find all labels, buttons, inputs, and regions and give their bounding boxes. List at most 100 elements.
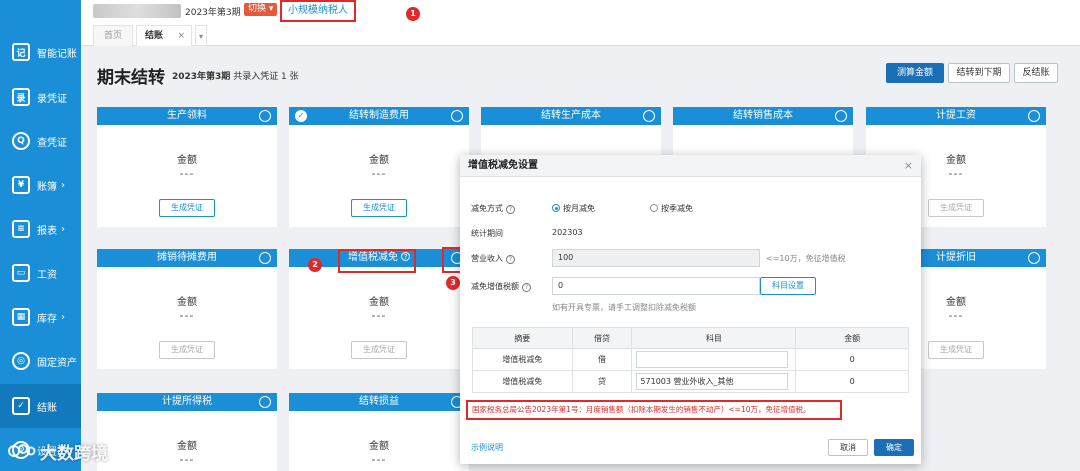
card-title: 结转损益 — [289, 393, 469, 411]
card-profit-loss: 结转损益 金额 --- — [289, 393, 469, 471]
card-amount-label: 金额 — [177, 441, 197, 452]
subject-input[interactable] — [636, 351, 789, 368]
close-icon[interactable]: × — [177, 26, 185, 47]
sidebar-item-label: 结账 — [37, 402, 57, 414]
tab-label: 结账 — [145, 31, 164, 41]
sidebar-item-label: 智能记账 — [37, 48, 77, 60]
card-title: 生产领料 — [97, 107, 277, 125]
generate-voucher-button[interactable]: 生成凭证 — [928, 341, 984, 359]
subject-settings-button[interactable]: 科目设置 — [760, 277, 816, 295]
voucher-entry-icon: 录 — [12, 88, 30, 106]
sidebar-item-salary[interactable]: ▭ 工资 — [0, 251, 81, 295]
subject-input[interactable]: 571003 营业外收入_其他 — [636, 373, 789, 390]
col-debit-credit: 借贷 — [571, 327, 633, 349]
card-amount-value: --- — [371, 167, 387, 180]
sidebar-item-label: 固定资产 — [37, 357, 77, 369]
help-icon[interactable]: ? — [522, 283, 531, 292]
cell-amount: 0 — [795, 348, 909, 371]
search-icon: Q — [12, 132, 30, 150]
smart-book-icon: 记 — [12, 43, 30, 61]
gear-icon[interactable] — [259, 110, 271, 122]
col-subject: 科目 — [631, 327, 797, 349]
table-row: 增值税减免 借 0 — [472, 348, 909, 371]
policy-notice: 国家税务总局公告2023年第1号：月度销售额（扣除本期发生的销售不动产）<=10… — [466, 400, 842, 420]
col-summary: 摘要 — [472, 327, 573, 349]
card-title: ✓ 结转制造费用 — [289, 107, 469, 125]
inventory-icon: ▦ — [12, 308, 30, 326]
gear-icon[interactable] — [835, 110, 847, 122]
annotation-marker-3: 3 — [446, 276, 460, 290]
sidebar-item-inventory[interactable]: ▦ 库存 › — [0, 295, 81, 339]
revenue-input[interactable]: 100 — [552, 249, 760, 267]
card-amount-value: --- — [371, 309, 387, 322]
gear-icon[interactable] — [1028, 252, 1040, 264]
sidebar-item-label: 工资 — [37, 269, 57, 281]
gear-icon[interactable] — [451, 110, 463, 122]
card-income-tax: 计提所得税 金额 --- — [97, 393, 277, 471]
measure-amount-button[interactable]: 测算金额 — [886, 63, 944, 83]
gear-icon[interactable] — [1028, 110, 1040, 122]
asset-icon: ◎ — [12, 352, 30, 370]
sidebar-item-label: 账簿 — [37, 181, 57, 193]
sidebar-item-label: 录凭证 — [37, 93, 67, 105]
period-value: 202303 — [552, 228, 583, 237]
carry-to-next-period-button[interactable]: 结转到下期 — [948, 63, 1010, 83]
cell-subject: 571003 营业外收入_其他 — [631, 370, 797, 393]
reverse-checkout-button[interactable]: 反结账 — [1014, 63, 1058, 83]
card-title: 计提所得税 — [97, 393, 277, 411]
sidebar-item-fixed-asset[interactable]: ◎ 固定资产 — [0, 339, 81, 383]
generate-voucher-button[interactable]: 生成凭证 — [351, 199, 407, 217]
card-title: 结转销售成本 — [673, 107, 853, 125]
sidebar-item-smart-book[interactable]: 记 智能记账 — [0, 30, 81, 74]
sidebar-item-label: 报表 — [37, 225, 57, 237]
gear-icon[interactable] — [259, 396, 271, 408]
page-subtitle: 2023年第3期 共录入凭证 1 张 — [172, 69, 299, 82]
tab-dropdown-button[interactable]: ▾ — [195, 25, 207, 46]
cell-amount: 0 — [795, 370, 909, 393]
generate-voucher-button[interactable]: 生成凭证 — [159, 199, 215, 217]
card-amount-label: 金额 — [369, 155, 389, 166]
example-link[interactable]: 示例说明 — [471, 442, 503, 453]
switch-period-button[interactable]: 切换 ▾ — [244, 3, 278, 16]
card-amount-label: 金额 — [177, 297, 197, 308]
radio-quarterly[interactable]: 按季减免 — [650, 203, 693, 214]
close-icon[interactable]: × — [904, 155, 913, 177]
gear-icon[interactable] — [643, 110, 655, 122]
generate-voucher-button[interactable]: 生成凭证 — [351, 341, 407, 359]
tab-checkout[interactable]: 结账 × — [136, 25, 192, 46]
radio-monthly[interactable]: 按月减免 — [552, 203, 595, 214]
tab-home[interactable]: 首页 — [93, 25, 133, 46]
help-icon[interactable]: ? — [506, 255, 515, 264]
sidebar-item-ledger[interactable]: ¥ 账簿 › — [0, 163, 81, 207]
help-icon[interactable]: ? — [506, 205, 515, 214]
watermark: 大数跨境 — [8, 434, 108, 468]
gear-icon[interactable] — [259, 252, 271, 264]
sidebar-item-label: 查凭证 — [37, 137, 67, 149]
radio-unselected-icon — [650, 204, 658, 212]
card-manufacturing-overhead: ✓ 结转制造费用 金额 --- 生成凭证 — [289, 107, 469, 227]
card-amount-label: 金额 — [177, 155, 197, 166]
report-icon: ≡ — [12, 220, 30, 238]
radio-selected-icon — [552, 204, 560, 212]
salary-icon: ▭ — [12, 264, 30, 282]
cell-dc: 借 — [571, 348, 633, 371]
card-amount-value: --- — [179, 167, 195, 180]
vat-exemption-dialog: 增值税减免设置 × 减免方式? 按月减免 按季减免 统计期间 202303 营业… — [460, 155, 921, 464]
cancel-button[interactable]: 取消 — [828, 439, 868, 456]
card-title: 摊销待摊费用 — [97, 249, 277, 267]
checkout-icon: ✓ — [12, 397, 30, 415]
confirm-button[interactable]: 确定 — [874, 439, 914, 456]
cell-summary: 增值税减免 — [472, 370, 573, 393]
sidebar-item-voucher-search[interactable]: Q 查凭证 — [0, 119, 81, 163]
page-title: 期末结转 — [97, 68, 165, 88]
sidebar-item-checkout[interactable]: ✓ 结账 — [0, 384, 81, 428]
sidebar-item-voucher-entry[interactable]: 录 录凭证 — [0, 75, 81, 119]
generate-voucher-button[interactable]: 生成凭证 — [928, 199, 984, 217]
generate-voucher-button[interactable]: 生成凭证 — [159, 341, 215, 359]
yen-icon: ¥ — [12, 176, 30, 194]
exempt-amount-input[interactable]: 0 — [552, 277, 760, 295]
chevron-right-icon: › — [61, 179, 65, 191]
card-amount-value: --- — [371, 453, 387, 466]
sidebar-item-report[interactable]: ≡ 报表 › — [0, 207, 81, 251]
highlight-vat-title — [338, 249, 416, 273]
